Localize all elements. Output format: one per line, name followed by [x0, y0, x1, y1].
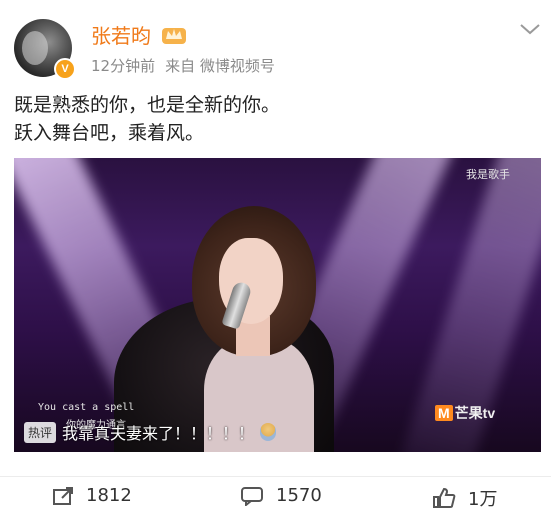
comment-button[interactable]: 1570	[240, 485, 322, 506]
show-watermark: 我是歌手	[466, 168, 510, 181]
like-count: 1万	[468, 489, 498, 510]
channel-logo-text: 芒果tv	[454, 405, 496, 421]
post-time: 12分钟前	[91, 57, 156, 75]
post-text-line: 跃入舞台吧，乘着风。	[14, 122, 205, 144]
repost-icon	[53, 486, 73, 505]
danmaku-text: 我靠真夫妻来了！！！！！	[62, 424, 255, 443]
subtitle-english: You cast a spell	[38, 402, 135, 413]
channel-logo-mark: M	[435, 405, 453, 421]
channel-logo: M 芒果tv	[435, 403, 495, 423]
like-icon	[433, 487, 456, 508]
post-text: 既是熟悉的你，也是全新的你。 跃入舞台吧，乘着风。	[14, 91, 280, 147]
action-bar: 1812 1570 1万	[0, 476, 551, 510]
post-source[interactable]: 来自 微博视频号	[165, 57, 275, 75]
emoji-icon	[260, 423, 277, 441]
repost-button[interactable]: 1812	[52, 485, 132, 506]
post-text-line: 既是熟悉的你，也是全新的你。	[14, 94, 281, 116]
danmaku-bar: 热评 我靠真夫妻来了！！！！！	[24, 420, 277, 444]
chevron-down-icon[interactable]	[519, 22, 541, 36]
like-button[interactable]: 1万	[432, 485, 497, 511]
username[interactable]: 张若昀	[91, 20, 151, 49]
video-player[interactable]: 我是歌手 You cast a spell 你的魔力通言 M 芒果tv 热评 我靠…	[14, 158, 541, 452]
repost-count: 1812	[86, 485, 132, 506]
comment-count: 1570	[276, 485, 322, 506]
hot-comment-tag: 热评	[24, 421, 57, 443]
comment-icon	[241, 486, 263, 506]
crown-icon	[162, 28, 186, 44]
post-meta: 12分钟前 来自 微博视频号	[91, 55, 275, 76]
verified-badge: V	[54, 58, 76, 80]
